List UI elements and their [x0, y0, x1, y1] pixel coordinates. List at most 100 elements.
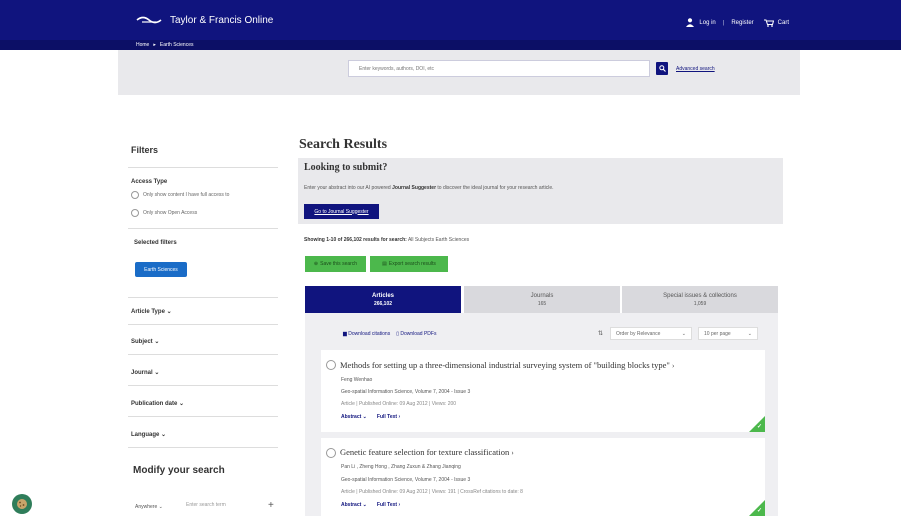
article-authors[interactable]: Feng Wenhao	[341, 377, 372, 383]
login-link[interactable]: Log in	[699, 20, 715, 26]
filter-full-access[interactable]: Only show content I have full access to	[131, 191, 229, 199]
chevron-down-icon: ⌄	[747, 331, 752, 337]
article-title: Methods for setting up a three-dimension…	[340, 360, 670, 370]
user-icon	[686, 18, 695, 27]
export-icon: ▤	[382, 261, 387, 267]
link-separator: |	[722, 19, 725, 26]
sort-icon: ⇅	[598, 331, 604, 337]
article-select-checkbox[interactable]	[326, 360, 336, 370]
tab-label: Articles	[371, 292, 394, 299]
export-results-label: Export search results	[388, 261, 436, 267]
article-authors[interactable]: Pan Li , Zheng Hong , Zhang Zuxun & Zhan…	[341, 464, 461, 470]
radio-button[interactable]	[131, 191, 139, 199]
facet-journal[interactable]: Journal ⌄	[131, 369, 159, 376]
facet-subject[interactable]: Subject ⌄	[131, 338, 159, 345]
cookie-icon	[17, 499, 27, 509]
tab-label: Journals	[530, 292, 554, 299]
selected-filter-chip[interactable]: Earth Sciences	[135, 262, 187, 277]
tab-articles[interactable]: Articles 266,102	[305, 286, 461, 313]
article-title-link[interactable]: Methods for setting up a three-dimension…	[340, 360, 674, 370]
full-text-link[interactable]: Full Text ›	[377, 414, 400, 420]
facet-publication-date[interactable]: Publication date ⌄	[131, 400, 184, 407]
save-search-label: Save this search	[320, 261, 358, 267]
register-link[interactable]: Register	[731, 20, 753, 26]
divider	[128, 297, 278, 298]
results-count: Showing 1-10 of 266,102 results for sear…	[304, 237, 469, 243]
full-text-label: Full Text	[376, 414, 398, 420]
facet-label: Publication date	[131, 401, 178, 407]
per-page-value: 10 per page	[704, 331, 731, 337]
page-title: Search Results	[299, 137, 388, 152]
submit-promo-title: Looking to submit?	[304, 162, 388, 173]
cart-icon[interactable]	[763, 19, 774, 27]
logo-text: Taylor & Francis Online	[170, 14, 274, 26]
filters-title: Filters	[131, 145, 159, 155]
article-select-checkbox[interactable]	[326, 448, 336, 458]
breadcrumb-home[interactable]: Home	[136, 42, 149, 48]
full-text-link[interactable]: Full Text ›	[377, 502, 400, 508]
promo-text-start: Enter your abstract into our AI powered	[304, 185, 391, 191]
tab-special-issues[interactable]: Special issues & collections 1,059	[622, 286, 778, 313]
chevron-right-icon: ›	[672, 362, 675, 370]
site-logo[interactable]: Taylor & Francis Online	[136, 14, 273, 26]
article-source[interactable]: Geo-spatial Information Science, Volume …	[341, 389, 470, 395]
tab-label: Special issues & collections	[663, 292, 737, 299]
tab-journals[interactable]: Journals 165	[464, 286, 620, 313]
filter-open-access[interactable]: Only show Open Access	[131, 209, 197, 217]
save-icon: ⊕	[313, 261, 319, 267]
download-citations-link[interactable]: ▆ Download citations	[343, 331, 390, 337]
article-source[interactable]: Geo-spatial Information Science, Volume …	[341, 477, 470, 483]
sort-select[interactable]: Order by Relevance ⌄	[610, 327, 692, 340]
facet-language[interactable]: Language ⌄	[131, 431, 166, 438]
download-pdfs-link[interactable]: ▯ Download PDFs	[396, 331, 436, 337]
tab-count: 266,102	[373, 300, 393, 307]
cart-link[interactable]: Cart	[778, 20, 789, 26]
article-actions: Abstract ⌄ Full Text ›	[341, 502, 400, 508]
search-button[interactable]	[656, 62, 668, 75]
search-icon	[658, 65, 666, 72]
journal-suggester-button[interactable]: Go to Journal Suggester	[304, 204, 379, 219]
download-citations-label: Download citations	[348, 331, 391, 337]
facet-label: Article Type	[131, 309, 165, 315]
search-field-value: Anywhere	[135, 504, 158, 510]
abstract-toggle[interactable]: Abstract ⌄	[341, 502, 367, 508]
save-search-button[interactable]: ⊕ Save this search	[305, 256, 366, 272]
filter-open-access-label: Only show Open Access	[143, 210, 198, 216]
check-icon: ✓	[757, 508, 763, 514]
facet-label: Journal	[131, 370, 153, 376]
divider	[128, 167, 278, 168]
cookie-settings-button[interactable]	[12, 494, 32, 514]
advanced-search-link[interactable]: Advanced search	[676, 66, 715, 72]
facet-article-type[interactable]: Article Type ⌄	[131, 308, 172, 315]
article-title-link[interactable]: Genetic feature selection for texture cl…	[340, 447, 514, 457]
article-meta: Article | Published Online: 09 Aug 2012 …	[341, 489, 523, 495]
facet-label: Subject	[131, 339, 153, 345]
chevron-down-icon: ⌄	[681, 331, 686, 337]
check-icon: ✓	[757, 424, 763, 430]
access-type-heading: Access Type	[131, 179, 168, 185]
abstract-toggle[interactable]: Abstract ⌄	[341, 414, 367, 420]
tab-count: 165	[537, 300, 547, 307]
add-term-button[interactable]: +	[268, 500, 274, 511]
export-results-button[interactable]: ▤ Export search results	[370, 256, 448, 272]
search-field-select[interactable]: Anywhere ⌄	[135, 500, 183, 514]
breadcrumb: Home ▸ Earth Sciences	[136, 42, 194, 48]
sort-value: Order by Relevance	[616, 331, 661, 337]
divider	[128, 447, 278, 448]
radio-button[interactable]	[131, 209, 139, 217]
full-text-label: Full Text	[376, 502, 398, 508]
modify-search-title: Modify your search	[133, 465, 225, 476]
divider	[128, 324, 278, 325]
search-term-input[interactable]: Enter search term	[186, 502, 258, 512]
divider	[128, 416, 278, 417]
per-page-select[interactable]: 10 per page ⌄	[698, 327, 758, 340]
search-input[interactable]	[348, 60, 650, 77]
promo-text-end: to discover the ideal journal for your r…	[437, 185, 554, 191]
selected-filters-heading: Selected filters	[134, 240, 177, 246]
results-toolbar: ▆ Download citations ▯ Download PDFs	[343, 331, 436, 337]
breadcrumb-separator: ▸	[153, 42, 156, 48]
facet-label: Language	[131, 432, 160, 438]
chevron-right-icon: ›	[511, 449, 514, 457]
results-count-label: Showing 1-10 of 266,102 results for sear…	[304, 237, 407, 243]
filter-full-access-label: Only show content I have full access to	[143, 192, 230, 198]
